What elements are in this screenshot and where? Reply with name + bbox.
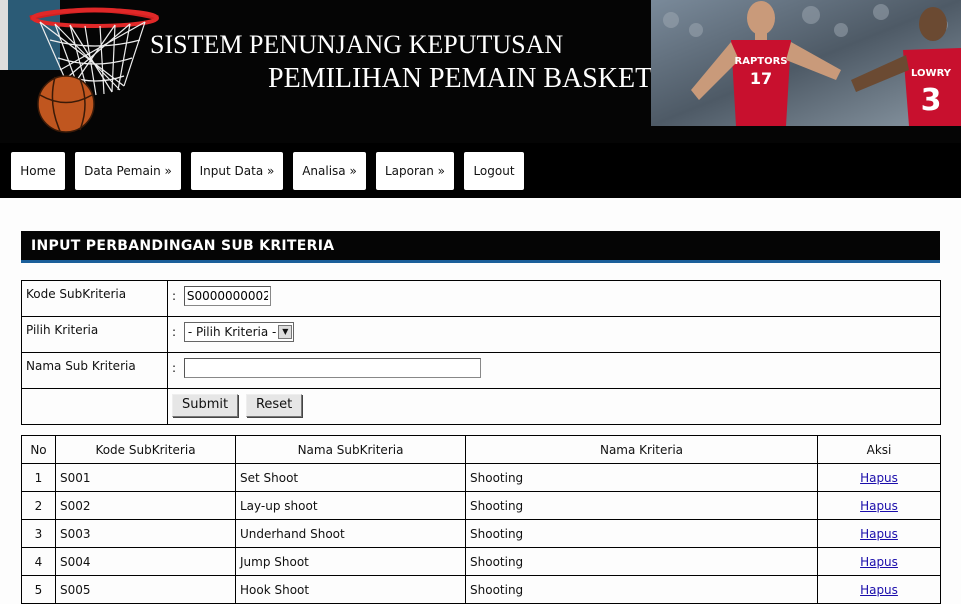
- cell-kode: S005: [55, 575, 236, 604]
- cell-nama: Jump Shoot: [235, 547, 466, 576]
- submit-button[interactable]: Submit: [172, 394, 239, 417]
- colon: :: [172, 324, 177, 339]
- nav-home[interactable]: Home: [11, 152, 65, 190]
- kriteria-select-value: - Pilih Kriteria -: [187, 325, 277, 339]
- table-row: 4 S004 Jump Shoot Shooting Hapus: [21, 547, 941, 576]
- colon: :: [172, 288, 177, 303]
- hapus-link[interactable]: Hapus: [860, 555, 898, 569]
- hapus-link[interactable]: Hapus: [860, 583, 898, 597]
- subkriteria-table: No Kode SubKriteria Nama SubKriteria Nam…: [21, 435, 941, 604]
- cell-kode: S004: [55, 547, 236, 576]
- nav-analisa[interactable]: Analisa »: [293, 152, 366, 190]
- players-banner-image: RAPTORS 17 LOWRY 3: [651, 0, 961, 126]
- hapus-link[interactable]: Hapus: [860, 499, 898, 513]
- cell-kriteria: Shooting: [465, 491, 818, 520]
- kriteria-select[interactable]: - Pilih Kriteria - ▼: [183, 322, 295, 342]
- table-row: 2 S002 Lay-up shoot Shooting Hapus: [21, 491, 941, 520]
- basketball-hoop-logo: [0, 0, 159, 133]
- jersey1-number: 17: [750, 69, 772, 88]
- jersey2-number: 3: [921, 83, 942, 118]
- jersey1-team: RAPTORS: [735, 56, 788, 67]
- site-header: SISTEM PENUNJANG KEPUTUSAN PEMILIHAN PEM…: [0, 0, 961, 143]
- site-title-line1: SISTEM PENUNJANG KEPUTUSAN: [150, 30, 564, 59]
- cell-no: 4: [21, 547, 56, 576]
- cell-kriteria: Shooting: [465, 547, 818, 576]
- hapus-link[interactable]: Hapus: [860, 527, 898, 541]
- site-title-line2: PEMILIHAN PEMAIN BASKET: [268, 63, 653, 94]
- cell-no: 1: [21, 463, 56, 492]
- nav-logout[interactable]: Logout: [464, 152, 524, 190]
- nama-subkriteria-input[interactable]: [183, 358, 481, 378]
- col-header-nama: Nama SubKriteria: [235, 435, 466, 464]
- nama-label: Nama Sub Kriteria: [21, 352, 168, 389]
- table-row: 3 S003 Underhand Shoot Shooting Hapus: [21, 519, 941, 548]
- cell-nama: Hook Shoot: [235, 575, 466, 604]
- dropdown-arrow-icon: ▼: [278, 325, 293, 339]
- col-header-aksi: Aksi: [817, 435, 941, 464]
- cell-kriteria: Shooting: [465, 519, 818, 548]
- cell-kode: S003: [55, 519, 236, 548]
- cell-kode: S001: [55, 463, 236, 492]
- kriteria-label: Pilih Kriteria: [21, 316, 168, 353]
- main-nav: Home Data Pemain » Input Data » Analisa …: [0, 143, 961, 198]
- table-header-row: No Kode SubKriteria Nama SubKriteria Nam…: [21, 435, 941, 464]
- subkriteria-form: Kode SubKriteria : Pilih Kriteria : - Pi…: [21, 280, 941, 425]
- cell-nama: Set Shoot: [235, 463, 466, 492]
- kode-subkriteria-input[interactable]: [183, 286, 271, 306]
- reset-button[interactable]: Reset: [245, 394, 303, 417]
- col-header-no: No: [21, 435, 56, 464]
- cell-no: 5: [21, 575, 56, 604]
- cell-kode: S002: [55, 491, 236, 520]
- cell-nama: Underhand Shoot: [235, 519, 466, 548]
- table-row: 5 S005 Hook Shoot Shooting Hapus: [21, 575, 941, 604]
- cell-kriteria: Shooting: [465, 463, 818, 492]
- nav-data-pemain[interactable]: Data Pemain »: [75, 152, 181, 190]
- col-header-kriteria: Nama Kriteria: [465, 435, 818, 464]
- colon: :: [172, 360, 177, 375]
- table-row: 1 S001 Set Shoot Shooting Hapus: [21, 463, 941, 492]
- nav-input-data[interactable]: Input Data »: [191, 152, 283, 190]
- kode-label: Kode SubKriteria: [21, 280, 168, 317]
- cell-no: 2: [21, 491, 56, 520]
- cell-kriteria: Shooting: [465, 575, 818, 604]
- hapus-link[interactable]: Hapus: [860, 471, 898, 485]
- col-header-kode: Kode SubKriteria: [55, 435, 236, 464]
- cell-nama: Lay-up shoot: [235, 491, 466, 520]
- jersey2-name: LOWRY: [911, 68, 952, 79]
- cell-no: 3: [21, 519, 56, 548]
- section-title: INPUT PERBANDINGAN SUB KRITERIA: [21, 231, 940, 263]
- nav-laporan[interactable]: Laporan »: [376, 152, 454, 190]
